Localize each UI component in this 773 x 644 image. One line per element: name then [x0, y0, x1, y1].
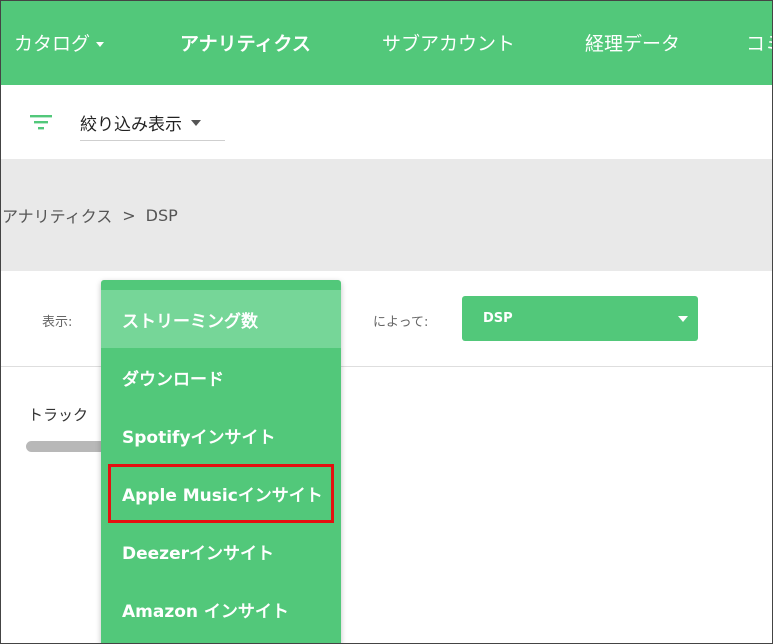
- nav-accounting-label: 経理データ: [585, 33, 681, 55]
- menu-item-amazon-insights[interactable]: Amazon インサイト: [101, 580, 341, 638]
- filter-view-select[interactable]: 絞り込み表示: [80, 105, 225, 141]
- top-nav: カタログ アナリティクス サブアカウント 経理データ コミ: [0, 0, 773, 85]
- dsp-select-value: DSP: [483, 311, 513, 326]
- breadcrumb-dsp: DSP: [145, 205, 178, 225]
- nav-more-label: コミ: [746, 33, 773, 55]
- nav-accounting[interactable]: 経理データ: [585, 0, 680, 85]
- nav-catalog[interactable]: カタログ: [14, 0, 105, 85]
- chevron-down-icon: [191, 119, 201, 126]
- show-label: 表示:: [42, 315, 73, 330]
- menu-item-downloads[interactable]: ダウンロード: [101, 348, 341, 406]
- track-label: トラック: [28, 406, 89, 424]
- breadcrumb: アナリティクス > DSP: [2, 203, 178, 227]
- chevron-down-icon: [678, 316, 688, 322]
- filter-view-label: 絞り込み表示: [80, 115, 182, 135]
- metric-dropdown-menu: ストリーミング数 ダウンロード Spotifyインサイト Apple Music…: [101, 280, 341, 644]
- nav-analytics[interactable]: アナリティクス: [180, 0, 311, 85]
- menu-item-streams[interactable]: ストリーミング数: [101, 290, 341, 348]
- dsp-select[interactable]: DSP: [462, 296, 698, 341]
- menu-item-deezer-insights[interactable]: Deezerインサイト: [101, 522, 341, 580]
- nav-more[interactable]: コミ: [746, 0, 773, 85]
- highlight-annotation-box: [108, 464, 334, 523]
- menu-item-label: Amazon インサイト: [122, 601, 289, 622]
- chevron-right-icon: >: [122, 205, 136, 225]
- menu-item-spotify-insights[interactable]: Spotifyインサイト: [101, 406, 341, 464]
- menu-item-label: Spotifyインサイト: [122, 427, 276, 448]
- menu-item-label: Deezerインサイト: [122, 543, 274, 564]
- nav-subaccount-label: サブアカウント: [382, 33, 516, 55]
- nav-analytics-label: アナリティクス: [180, 33, 311, 55]
- breadcrumb-analytics[interactable]: アナリティクス: [2, 203, 112, 227]
- menu-item-label: ストリーミング数: [122, 311, 258, 332]
- chevron-down-icon: [96, 41, 105, 47]
- by-label: によって:: [373, 315, 429, 330]
- nav-catalog-label: カタログ: [14, 33, 91, 55]
- menu-item-label: ダウンロード: [122, 369, 224, 390]
- nav-subaccount[interactable]: サブアカウント: [382, 0, 515, 85]
- filter-icon[interactable]: [30, 114, 52, 130]
